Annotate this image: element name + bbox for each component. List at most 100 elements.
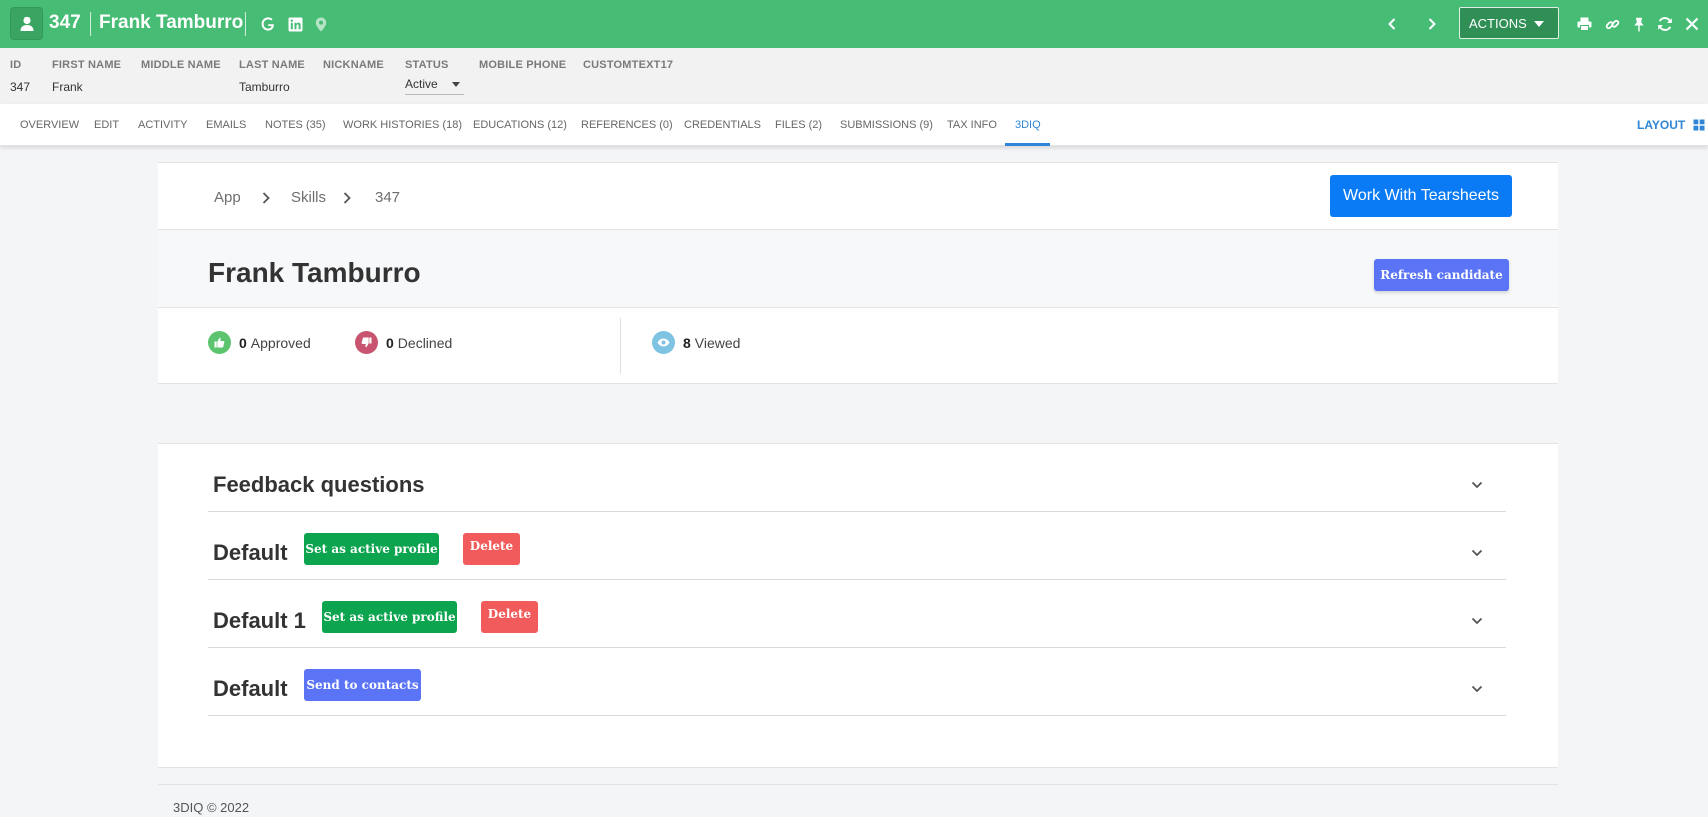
chevron-down-icon[interactable] [1470,682,1484,696]
profiles-accordion: Feedback questions Default Set as active… [158,443,1558,768]
header-divider [90,12,91,36]
section-title: Feedback questions [213,472,425,497]
profile-name: Frank Tamburro [208,257,421,288]
grid-icon [1693,119,1705,131]
header-divider [245,12,246,36]
viewed-stat: 8 Viewed [652,331,740,354]
refresh-icon [1658,17,1672,31]
record-id: 347 [49,12,81,33]
print-icon [1577,17,1591,31]
thumbs-up-icon [214,337,225,348]
chevron-right-icon [343,192,351,204]
work-with-tearsheets-button[interactable]: Work With Tearsheets [1330,175,1512,217]
chevron-down-icon[interactable] [1470,478,1484,492]
location-pin-icon [315,17,327,31]
accordion-profile-default[interactable]: Default Set as active profile Delete [208,512,1506,580]
delete-profile-button[interactable]: Delete [481,601,538,633]
approved-badge [208,331,231,354]
active-tab-indicator [1005,143,1050,146]
tab-educations[interactable]: EDUCATIONS (12) [473,118,567,132]
section-title: Default [213,676,288,701]
link-icon [1605,19,1619,29]
send-to-contacts-button[interactable]: Send to contacts [304,669,421,701]
record-tabs: OVERVIEW EDIT ACTIVITY EMAILS NOTES (35)… [0,104,1708,146]
google-search-button[interactable] [257,13,279,35]
chevron-right-icon [262,192,270,204]
set-active-profile-button[interactable]: Set as active profile [322,601,457,633]
candidate-avatar-icon [20,16,33,31]
tab-notes[interactable]: NOTES (35) [265,118,326,132]
copy-link-button[interactable] [1601,13,1623,35]
chevron-down-icon[interactable] [1470,614,1484,628]
declined-badge [355,331,378,354]
candidate-avatar[interactable] [10,7,43,40]
delete-profile-button[interactable]: Delete [463,533,520,565]
refresh-record-button[interactable] [1654,13,1676,35]
viewed-badge [652,331,675,354]
chevron-down-icon[interactable] [1470,546,1484,560]
section-title: Default [213,540,288,565]
declined-label: Declined [397,334,453,351]
record-header: 347 Frank Tamburro ACTIONS [0,0,1708,48]
tab-work-histories[interactable]: WORK HISTORIES (18) [343,118,462,132]
profile-stats: 0 Approved 0 Declined 8 Viewed [158,308,1558,384]
linkedin-button[interactable] [284,13,306,35]
caret-down-icon [1534,21,1544,27]
pin-button[interactable] [1628,13,1650,35]
actions-label: ACTIONS [1469,15,1527,31]
approved-count: 0 [239,334,247,351]
chevron-left-icon [1388,18,1396,30]
declined-count: 0 [386,334,394,351]
status-select[interactable]: Active [405,77,464,95]
tab-overview[interactable]: OVERVIEW [20,118,79,132]
record-info-row: ID 347 FIRST NAME Frank MIDDLE NAME LAST… [0,48,1708,104]
layout-button[interactable]: LAYOUT [1637,118,1705,132]
section-title: Default 1 [213,608,306,633]
field-customtext17: CUSTOMTEXT17 [583,59,674,71]
tab-activity[interactable]: ACTIVITY [138,118,188,132]
tab-references[interactable]: REFERENCES (0) [581,118,673,132]
print-button[interactable] [1573,13,1595,35]
refresh-candidate-button[interactable]: Refresh candidate [1374,259,1509,291]
previous-record-button[interactable] [1381,13,1403,35]
pin-icon [1634,17,1644,31]
viewed-label: Viewed [694,334,741,351]
actions-dropdown[interactable]: ACTIONS [1459,7,1559,39]
tab-edit[interactable]: EDIT [94,118,119,132]
chevron-right-icon [1428,18,1436,30]
tab-3diq[interactable]: 3DIQ [1015,118,1041,132]
field-id: ID 347 [10,59,31,94]
footer-copyright: 3DIQ © 2022 [173,800,250,815]
next-record-button[interactable] [1421,13,1443,35]
field-middle-name: MIDDLE NAME [141,59,221,71]
tab-files[interactable]: FILES (2) [775,118,822,132]
location-button[interactable] [310,13,332,35]
layout-label: LAYOUT [1637,118,1686,132]
viewed-count: 8 [683,334,691,351]
tab-submissions[interactable]: SUBMISSIONS (9) [840,118,933,132]
field-nickname: NICKNAME [323,59,384,71]
thumbs-down-icon [361,337,372,348]
declined-stat: 0 Declined [355,331,452,354]
approved-stat: 0 Approved [208,331,311,354]
set-active-profile-button[interactable]: Set as active profile [304,533,439,565]
approved-label: Approved [250,334,311,351]
page-footer: 3DIQ © 2022 [158,784,1558,817]
field-first-name: FIRST NAME Frank [52,59,122,94]
breadcrumb: App Skills 347 Work With Tearsheets [158,162,1558,230]
stats-divider [620,318,621,374]
accordion-feedback-questions[interactable]: Feedback questions [208,444,1506,512]
close-record-button[interactable] [1681,13,1703,35]
caret-down-icon [451,82,460,87]
field-last-name: LAST NAME Tamburro [239,59,305,94]
accordion-contact-default[interactable]: Default Send to contacts [208,648,1506,716]
breadcrumb-item-skills[interactable]: Skills [291,189,326,207]
tab-tax-info[interactable]: TAX INFO [947,118,997,132]
record-name: Frank Tamburro [99,12,244,33]
accordion-profile-default-1[interactable]: Default 1 Set as active profile Delete [208,580,1506,648]
close-icon [1685,17,1699,31]
tab-credentials[interactable]: CREDENTIALS [684,118,761,132]
tab-emails[interactable]: EMAILS [206,118,246,132]
linkedin-icon [288,17,302,31]
breadcrumb-item-app[interactable]: App [214,189,241,207]
